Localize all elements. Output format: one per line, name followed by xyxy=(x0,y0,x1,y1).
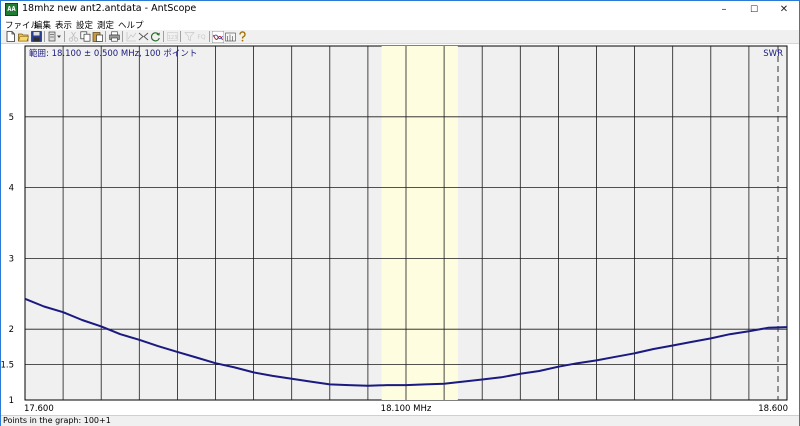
fq-label: FQ xyxy=(197,34,205,41)
smith-chart-icon[interactable] xyxy=(225,31,236,42)
grid-icon[interactable]: 123 xyxy=(167,31,178,42)
copy-icon[interactable] xyxy=(80,31,91,42)
refresh-icon[interactable] xyxy=(150,31,161,42)
app-window: AA 18mhz new ant2.antdata - AntScope – ☐… xyxy=(0,0,800,426)
cut-icon[interactable] xyxy=(68,31,79,42)
open-file-icon[interactable] xyxy=(18,31,29,42)
help-icon[interactable] xyxy=(237,31,248,42)
toolbar-separator xyxy=(163,31,164,42)
close-icon: ✕ xyxy=(779,4,789,15)
swr-chart-panel[interactable]: 1 1.5 2 3 4 5 17.600 18.100 MHz 18.600 範囲: 18.10… xyxy=(1,44,799,415)
swr-chart[interactable]: 1 1.5 2 3 4 5 17.600 18.100 MHz 18.600 範囲: 18.10… xyxy=(1,44,799,415)
x-tick-label: 18.600 xyxy=(758,404,788,414)
close-button[interactable]: ✕ xyxy=(769,1,799,18)
title-bar[interactable]: AA 18mhz new ant2.antdata - AntScope – ☐… xyxy=(1,1,799,18)
band-highlight xyxy=(381,46,458,400)
y-tick-label: 4 xyxy=(9,184,14,194)
grid-label: 123 xyxy=(168,35,178,41)
y-tick-label: 1 xyxy=(9,396,14,406)
markers-icon[interactable] xyxy=(138,31,149,42)
y-tick-label: 2 xyxy=(9,325,14,335)
new-file-icon[interactable] xyxy=(5,31,16,42)
window-title: 18mhz new ant2.antdata - AntScope xyxy=(22,3,197,14)
toolbar-separator xyxy=(180,31,181,42)
filter-icon[interactable] xyxy=(184,31,195,42)
save-icon[interactable] xyxy=(31,31,42,42)
data-dropdown-icon[interactable] xyxy=(48,31,62,42)
maximize-button[interactable]: ☐ xyxy=(739,1,769,18)
chart-title: 範囲: 18.100 ± 0.500 MHz, 100 ポイント xyxy=(29,48,197,59)
series-label-swr: SWR xyxy=(763,49,783,59)
toolbar-separator xyxy=(209,31,210,42)
toolbar-separator xyxy=(105,31,106,42)
y-tick-label: 3 xyxy=(9,254,14,264)
status-bar: Points in the graph: 100+1 xyxy=(1,415,799,426)
toolbar: 123 FQ xyxy=(1,30,799,44)
fq-icon[interactable]: FQ xyxy=(196,31,207,42)
x-tick-label: 17.600 xyxy=(24,404,54,414)
maximize-icon: ☐ xyxy=(749,4,759,15)
toolbar-separator xyxy=(122,31,123,42)
minimize-icon: – xyxy=(721,4,727,15)
toolbar-separator xyxy=(44,31,45,42)
x-tick-label: 18.100 MHz xyxy=(381,404,432,414)
minimize-button[interactable]: – xyxy=(709,1,739,18)
y-tick-label: 1.5 xyxy=(1,361,14,371)
swr-graph-icon[interactable] xyxy=(212,30,224,43)
print-icon[interactable] xyxy=(109,31,120,42)
y-tick-label: 5 xyxy=(9,113,14,123)
toolbar-separator xyxy=(64,31,65,42)
antscope-app-icon[interactable]: AA xyxy=(5,3,18,16)
chart-icon[interactable] xyxy=(126,31,137,42)
status-text: Points in the graph: 100+1 xyxy=(3,416,111,425)
menu-bar: ファイル 編集 表示 設定 測定 ヘルプ xyxy=(1,18,799,31)
paste-icon[interactable] xyxy=(92,31,103,42)
